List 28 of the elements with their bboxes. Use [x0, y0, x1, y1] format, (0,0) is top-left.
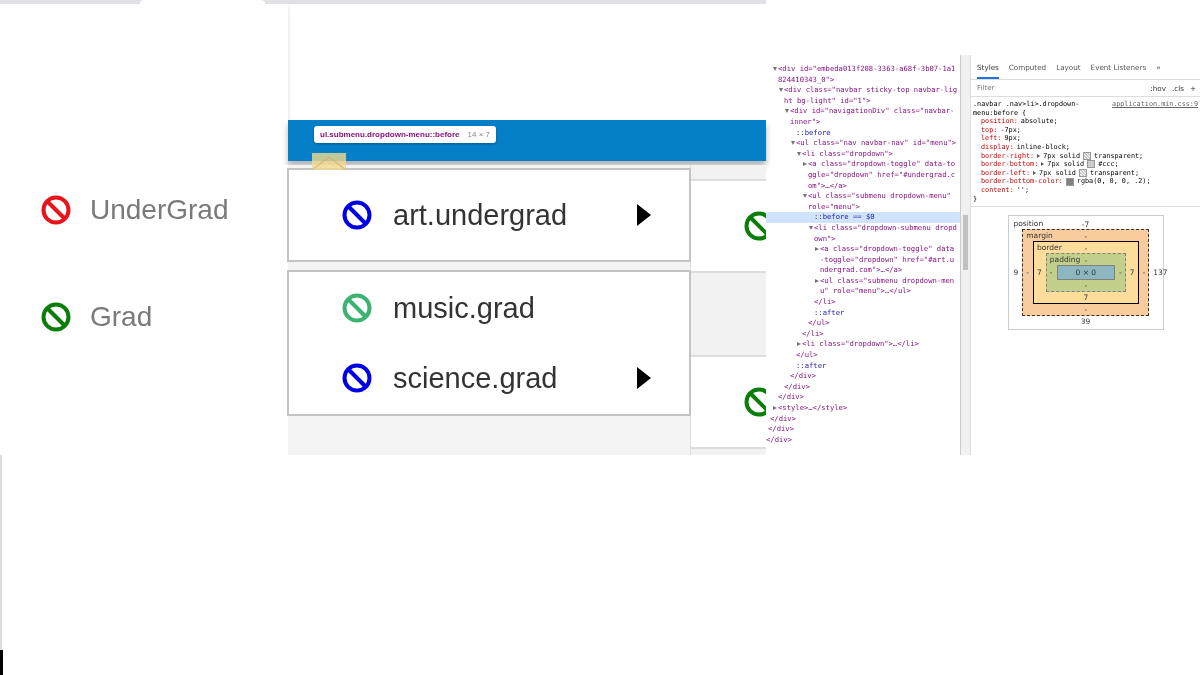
color-swatch[interactable] [1087, 160, 1096, 169]
expand-arrow-icon[interactable] [815, 278, 819, 283]
menu-item[interactable]: art.undergrad [393, 198, 637, 232]
color-swatch[interactable] [1065, 177, 1074, 186]
element-highlight [312, 153, 346, 170]
color-swatch[interactable] [1078, 169, 1087, 178]
color-swatch[interactable] [1083, 151, 1092, 160]
sidebar-item[interactable]: UnderGrad [90, 193, 229, 226]
inspect-tooltip: ul.submenu.dropdown-menu::before 14 × 7 [314, 126, 496, 143]
expand-arrow-icon[interactable] [809, 225, 813, 230]
expand-arrow-icon[interactable] [773, 67, 777, 71]
expand-arrow-icon[interactable] [815, 247, 819, 252]
expand-arrow-icon[interactable] [1037, 153, 1041, 158]
expand-arrow-icon[interactable] [803, 162, 807, 167]
menu-item[interactable]: music.grad [393, 291, 651, 325]
menu-item[interactable]: science.grad [393, 361, 637, 395]
expand-arrow-icon[interactable] [785, 109, 789, 114]
expand-arrow-icon[interactable] [1033, 171, 1037, 176]
expand-arrow-icon[interactable] [1041, 162, 1045, 167]
text-cursor [0, 650, 3, 675]
expand-arrow-icon[interactable] [791, 141, 795, 146]
expand-arrow-icon[interactable] [773, 406, 777, 410]
scrollbar[interactable] [961, 55, 971, 455]
expand-arrow-icon[interactable] [797, 151, 801, 156]
expand-arrow-icon[interactable] [779, 88, 783, 93]
expand-arrow-icon[interactable] [797, 342, 801, 347]
expand-arrow-icon[interactable] [803, 194, 807, 199]
sidebar-item[interactable]: Grad [90, 300, 153, 333]
